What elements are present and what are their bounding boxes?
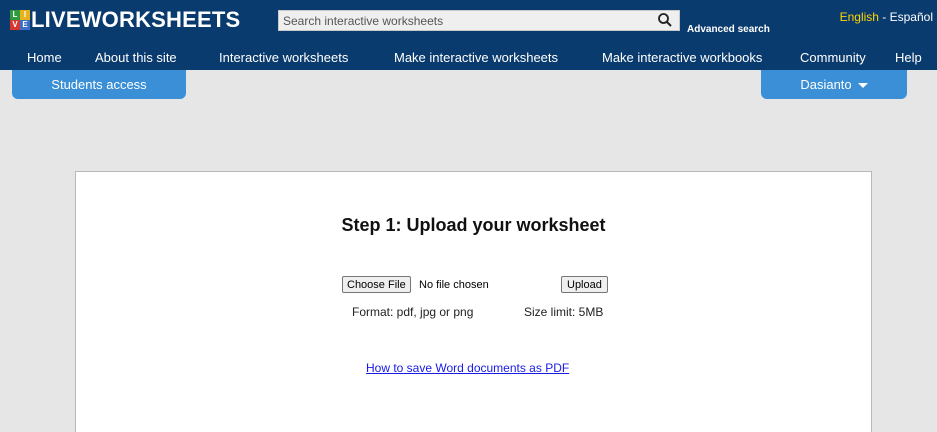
caret-down-icon [857,83,868,88]
top-header: L I V E LIVEWORKSHEETS Advanced search E… [0,0,937,46]
nav-about[interactable]: About this site [95,50,177,65]
site-logo[interactable]: L I V E LIVEWORKSHEETS [10,7,241,32]
nav-make-worksheets[interactable]: Make interactive worksheets [394,50,558,65]
logo-letter-i: I [20,10,30,20]
format-info: Format: pdf, jpg or png [352,305,474,319]
logo-letter-v: V [10,20,20,30]
size-limit-info: Size limit: 5MB [524,305,604,319]
user-menu-tab[interactable]: Dasianto [761,70,907,99]
save-as-pdf-help-link[interactable]: How to save Word documents as PDF [366,361,569,375]
magnifier-icon[interactable] [657,12,673,28]
students-access-tab[interactable]: Students access [12,70,186,99]
logo-grid-icon: L I V E [10,10,30,30]
page-title: Step 1: Upload your worksheet [341,215,606,235]
logo-letter-e: E [20,20,30,30]
main-nav: Home About this site Interactive workshe… [0,46,937,70]
logo-letter-l: L [10,10,20,20]
nav-help[interactable]: Help [895,50,922,65]
logo-text: LIVEWORKSHEETS [31,7,241,32]
nav-home[interactable]: Home [27,50,62,65]
language-switcher: English - Español [840,10,933,24]
search-box [278,10,680,31]
nav-community[interactable]: Community [800,50,866,65]
choose-file-button[interactable]: Choose File [342,276,411,293]
language-spanish[interactable]: Español [890,10,933,24]
upload-button[interactable]: Upload [561,276,608,293]
students-access-label: Students access [51,77,147,92]
user-name-label: Dasianto [800,77,852,92]
file-status-text: No file chosen [419,279,489,291]
nav-make-workbooks[interactable]: Make interactive workbooks [602,50,762,65]
nav-interactive-worksheets[interactable]: Interactive worksheets [219,50,348,65]
language-separator: - [878,10,890,24]
upload-card: Step 1: Upload your worksheet Choose Fil… [75,171,872,432]
advanced-search-link[interactable]: Advanced search [687,24,770,35]
search-input[interactable] [279,11,649,30]
language-english[interactable]: English [840,10,879,24]
